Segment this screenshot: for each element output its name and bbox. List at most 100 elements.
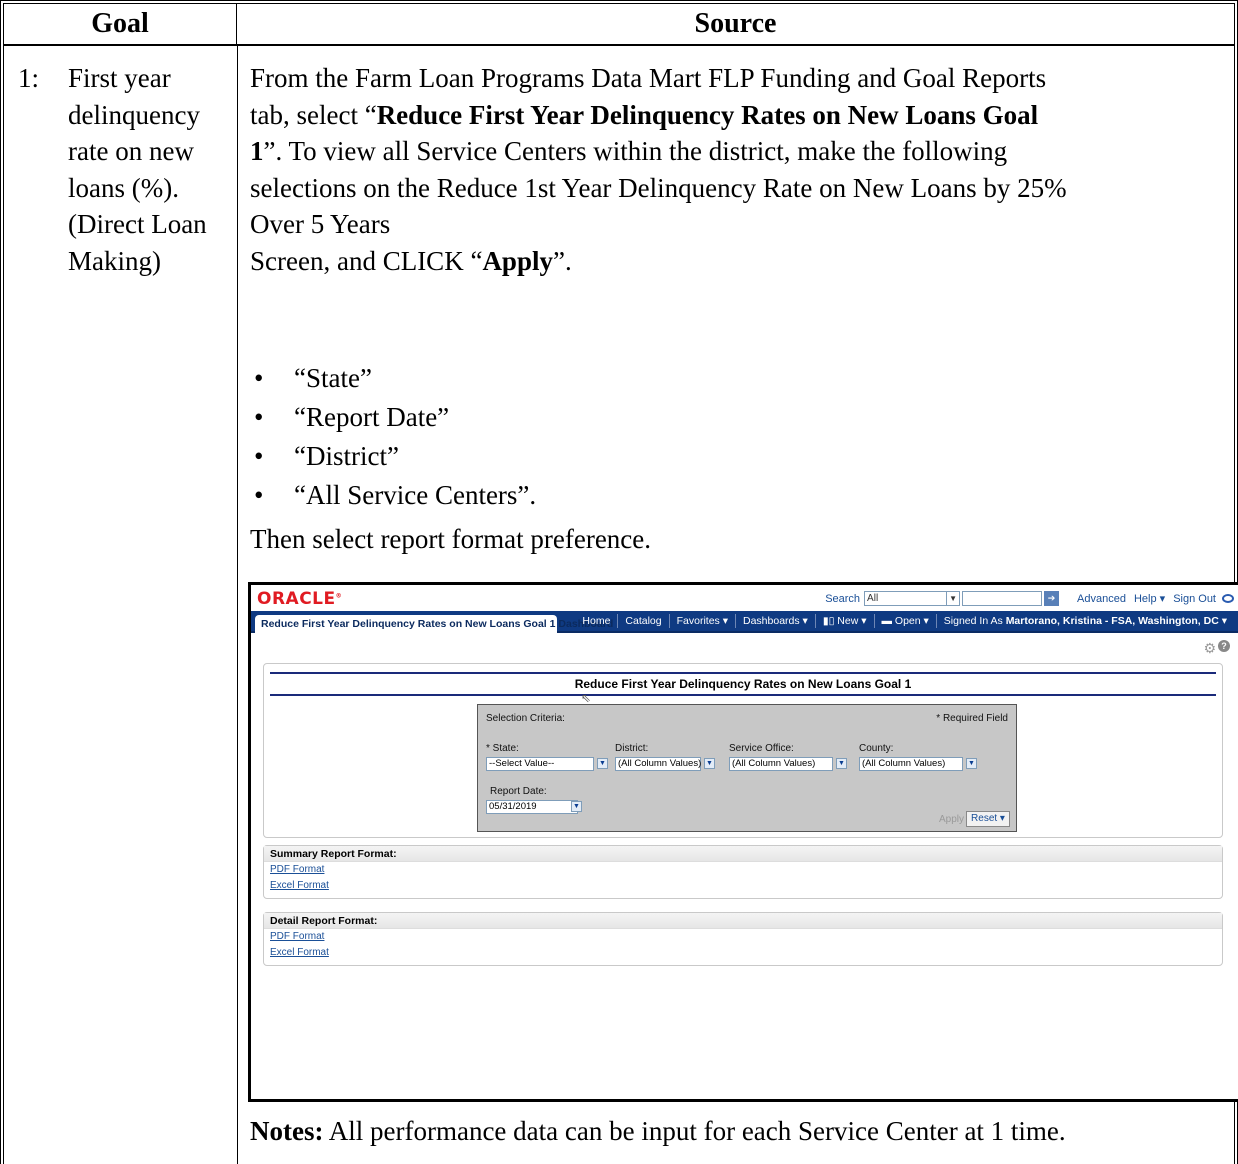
signed-in-label: Signed In As: [943, 615, 1006, 627]
chevron-down-icon[interactable]: ▼: [966, 758, 977, 769]
nav-home[interactable]: Home: [575, 614, 617, 628]
global-nav: Home Catalog Favorites ▾ Dashboards ▾ ▮▯…: [575, 614, 1234, 628]
search-scope-value: All: [867, 593, 879, 604]
goal-source-table: Goal Source 1: First year delinquency ra…: [0, 0, 1238, 1164]
required-field-note: * Required Field: [936, 713, 1008, 724]
goal-description: First year delinquency rate on new loans…: [68, 60, 238, 279]
nav-favorites[interactable]: Favorites ▾: [668, 614, 735, 628]
oracle-ring-icon: [1222, 594, 1234, 603]
search-scope-select[interactable]: All ▼: [864, 591, 961, 606]
goal-line: Making): [68, 245, 161, 276]
source-line: Over 5 Years: [250, 209, 391, 239]
nav-dashboards[interactable]: Dashboards ▾: [735, 614, 815, 628]
list-item: • “Report Date”: [250, 398, 536, 437]
district-select[interactable]: (All Column Values): [615, 757, 701, 771]
reset-button[interactable]: Reset ▾: [966, 811, 1010, 827]
oracle-logo: ORACLE®: [257, 589, 343, 609]
notes-text: All performance data can be input for ea…: [323, 1116, 1066, 1146]
source-text: ”. To view all Service Centers within th…: [263, 136, 1008, 166]
nav-open-label: Open ▾: [894, 615, 929, 627]
nav-open[interactable]: ▬ Open ▾: [873, 614, 936, 628]
list-item-text: “All Service Centers”.: [294, 480, 537, 510]
report-name-bold: 1: [250, 136, 264, 166]
goal-line: rate on new: [68, 136, 194, 166]
goal-number: 1:: [18, 63, 40, 93]
oracle-top-bar: ORACLE® Search All ▼ ➔ Advanced Help ▾ Si…: [251, 585, 1238, 611]
service-office-label: Service Office:: [729, 743, 794, 754]
list-item-text: “District”: [294, 441, 399, 471]
report-name-bold: Reduce First Year Delinquency Rates on N…: [376, 99, 1039, 130]
prompt-panel: Reduce First Year Delinquency Rates on N…: [263, 663, 1223, 838]
goal-line: (Direct Loan: [68, 209, 207, 239]
nav-catalog[interactable]: Catalog: [617, 614, 668, 628]
list-item: • “State”: [250, 359, 536, 398]
chevron-down-icon[interactable]: ▼: [571, 801, 582, 812]
advanced-link[interactable]: Advanced: [1077, 593, 1126, 605]
then-instruction: Then select report format preference.: [250, 524, 652, 554]
summary-excel-link[interactable]: Excel Format: [264, 878, 1222, 898]
source-column-header: Source: [694, 8, 777, 39]
source-line: selections on the Reduce 1st Year Delinq…: [250, 172, 1067, 203]
mouse-cursor-icon: ⇖: [581, 691, 592, 705]
goal-column-header: Goal: [4, 4, 237, 46]
bullet-icon: •: [254, 441, 264, 471]
logo-text: ORACLE: [257, 589, 336, 609]
bullet-icon: •: [254, 480, 264, 510]
gear-icon[interactable]: ⚙: [1203, 640, 1216, 657]
list-item: • “District”: [250, 437, 536, 476]
source-line: Screen, and CLICK “Apply”.: [250, 243, 1235, 280]
signed-in-user: Martorano, Kristina - FSA, Washington, D…: [1005, 615, 1227, 627]
goal-line: delinquency: [68, 99, 200, 130]
search-controls: Search All ▼ ➔ Advanced Help ▾ Sign Out: [825, 591, 1234, 606]
notes-label: Notes:: [250, 1116, 324, 1146]
sign-out-link[interactable]: Sign Out: [1173, 593, 1216, 605]
summary-pdf-link[interactable]: PDF Format: [264, 862, 1222, 878]
bullet-list: • “State” • “Report Date” • “District” • “Al…: [250, 359, 536, 515]
search-input[interactable]: [962, 591, 1043, 606]
list-item: • “All Service Centers”.: [250, 476, 536, 515]
chevron-down-icon[interactable]: ▼: [704, 758, 715, 769]
report-date-select[interactable]: 05/31/2019: [486, 800, 578, 814]
tab-dashboard[interactable]: Reduce First Year Delinquency Rates on N…: [255, 615, 613, 633]
source-text: Screen, and CLICK “: [250, 245, 483, 276]
source-line: tab, select “Reduce First Year Delinquen…: [250, 97, 1235, 134]
selection-criteria-box: Selection Criteria: * Required Field * S…: [477, 704, 1017, 832]
state-label: * State:: [486, 743, 519, 754]
report-date-label: Report Date:: [490, 786, 547, 797]
nav-new[interactable]: ▮▯ New ▾: [814, 614, 874, 628]
service-office-select[interactable]: (All Column Values): [729, 757, 833, 771]
new-icon: ▮▯: [822, 615, 838, 627]
bullet-icon: •: [254, 402, 264, 432]
chevron-down-icon[interactable]: ▼: [836, 758, 847, 769]
signed-in-menu[interactable]: Signed In As Martorano, Kristina - FSA, …: [935, 614, 1234, 628]
goal-line: loans (%).: [68, 172, 179, 203]
county-select[interactable]: (All Column Values): [859, 757, 963, 771]
source-text: tab, select “: [250, 99, 377, 130]
county-label: County:: [859, 743, 894, 754]
help-menu[interactable]: Help ▾: [1134, 592, 1165, 605]
folder-icon: ▬: [881, 615, 895, 627]
nav-new-label: New ▾: [837, 615, 867, 627]
help-icon[interactable]: ?: [1218, 640, 1230, 652]
panel-title: Reduce First Year Delinquency Rates on N…: [270, 672, 1216, 696]
detail-pdf-link[interactable]: PDF Format: [264, 929, 1222, 945]
source-line: From the Farm Loan Programs Data Mart FL…: [250, 63, 1047, 93]
summary-format-header: Summary Report Format:: [264, 846, 1222, 862]
embedded-oracle-screenshot: ORACLE® Search All ▼ ➔ Advanced Help ▾ Si…: [248, 582, 1238, 1102]
chevron-down-icon[interactable]: ▼: [597, 758, 608, 769]
search-go-icon[interactable]: ➔: [1044, 591, 1060, 606]
apply-bold: Apply: [482, 245, 553, 276]
bullet-icon: •: [254, 363, 264, 393]
list-item-text: “State”: [294, 363, 372, 393]
search-label: Search: [825, 592, 861, 605]
state-select[interactable]: --Select Value--: [486, 757, 594, 771]
district-label: District:: [615, 743, 649, 754]
selection-criteria-label: Selection Criteria:: [486, 713, 565, 724]
list-item-text: “Report Date”: [294, 402, 450, 432]
detail-format-section: Detail Report Format: PDF Format Excel F…: [263, 912, 1223, 966]
chevron-down-icon: ▼: [946, 592, 959, 605]
table-header: Goal Source: [4, 4, 1234, 46]
detail-excel-link[interactable]: Excel Format: [264, 945, 1222, 965]
apply-button[interactable]: Apply: [939, 814, 964, 825]
source-text: ”.: [552, 245, 572, 276]
